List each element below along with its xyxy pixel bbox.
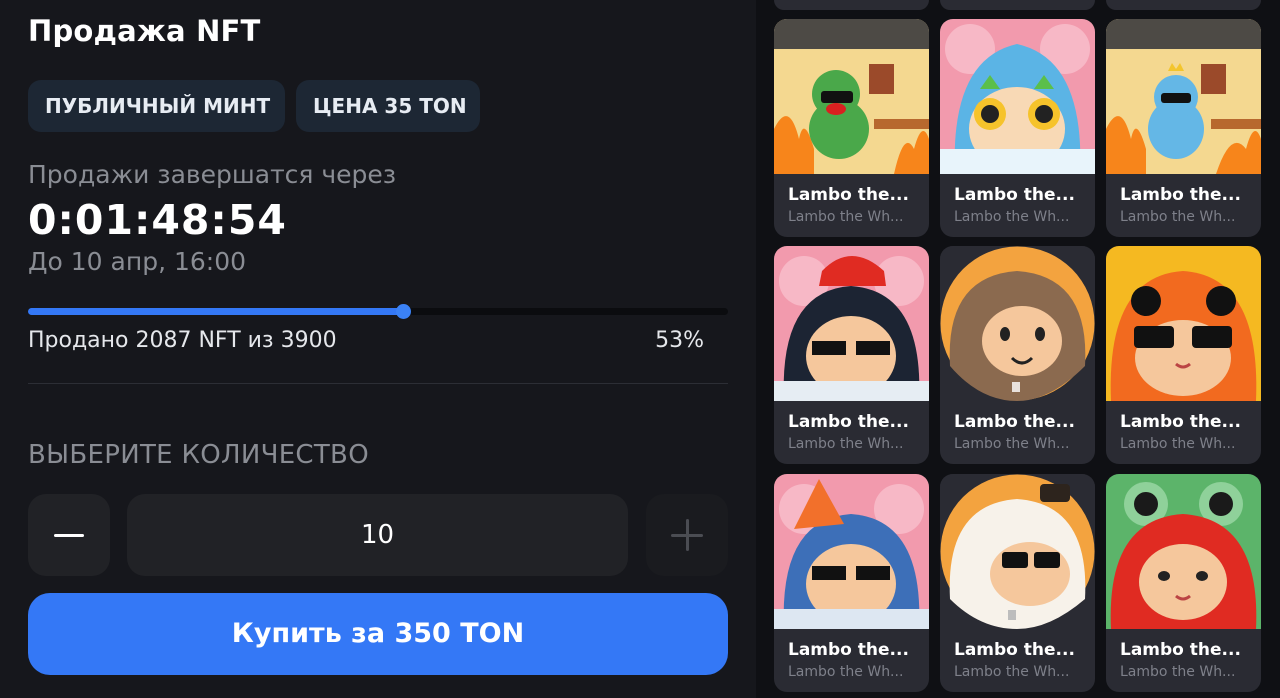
quantity-label: ВЫБЕРИТЕ КОЛИЧЕСТВО <box>28 440 369 470</box>
nft-collection: Lambo the Wh... <box>954 664 1070 680</box>
nft-gallery: Lambo the... Lambo the Wh... Lambo the... L… <box>756 0 1280 698</box>
nft-collection: Lambo the Wh... <box>1120 436 1236 452</box>
nft-card[interactable]: Lambo the... Lambo the Wh... <box>940 474 1095 692</box>
card-stub <box>940 0 1095 10</box>
nft-image <box>940 474 1095 629</box>
nft-name: Lambo the... <box>788 640 909 660</box>
buy-button[interactable]: Купить за 350 TON <box>28 593 728 675</box>
nft-card[interactable]: Lambo the... Lambo the Wh... <box>774 246 929 464</box>
nft-collection: Lambo the Wh... <box>788 664 904 680</box>
increase-button[interactable] <box>646 494 728 576</box>
nft-image <box>940 19 1095 174</box>
nft-image <box>1106 474 1261 629</box>
nft-name: Lambo the... <box>788 412 909 432</box>
nft-card[interactable]: Lambo the... Lambo the Wh... <box>940 19 1095 237</box>
nft-collection: Lambo the Wh... <box>1120 209 1236 225</box>
sale-panel: Продажа NFT ПУБЛИЧНЫЙ МИНТ ЦЕНА 35 TON П… <box>0 0 756 698</box>
minus-icon <box>54 533 84 537</box>
nft-collection: Lambo the Wh... <box>788 209 904 225</box>
price-badge: ЦЕНА 35 TON <box>296 80 480 132</box>
nft-image <box>774 246 929 401</box>
nft-card[interactable]: Lambo the... Lambo the Wh... <box>1106 246 1261 464</box>
nft-image <box>1106 19 1261 174</box>
public-mint-badge: ПУБЛИЧНЫЙ МИНТ <box>28 80 285 132</box>
progress-fill <box>28 308 403 315</box>
nft-card[interactable]: Lambo the... Lambo the Wh... <box>1106 474 1261 692</box>
nft-name: Lambo the... <box>1120 640 1241 660</box>
sale-end-date: До 10 апр, 16:00 <box>28 247 247 276</box>
nft-name: Lambo the... <box>1120 412 1241 432</box>
nft-image <box>940 246 1095 401</box>
sold-count: Продано 2087 NFT из 3900 <box>28 328 337 353</box>
nft-image <box>774 474 929 629</box>
nft-image <box>1106 246 1261 401</box>
nft-name: Lambo the... <box>954 640 1075 660</box>
nft-name: Lambo the... <box>1120 185 1241 205</box>
nft-image <box>774 19 929 174</box>
nft-card[interactable]: Lambo the... Lambo the Wh... <box>940 246 1095 464</box>
nft-card[interactable]: Lambo the... Lambo the Wh... <box>1106 19 1261 237</box>
nft-card[interactable]: Lambo the... Lambo the Wh... <box>774 474 929 692</box>
nft-name: Lambo the... <box>954 412 1075 432</box>
card-stub <box>774 0 929 10</box>
nft-collection: Lambo the Wh... <box>1120 664 1236 680</box>
page-title: Продажа NFT <box>28 14 261 48</box>
decrease-button[interactable] <box>28 494 110 576</box>
progress-thumb <box>395 304 411 319</box>
divider <box>28 383 728 384</box>
nft-collection: Lambo the Wh... <box>954 209 1070 225</box>
quantity-field[interactable]: 10 <box>127 494 628 576</box>
nft-collection: Lambo the Wh... <box>954 436 1070 452</box>
sales-end-label: Продажи завершатся через <box>28 160 397 189</box>
nft-card[interactable]: Lambo the... Lambo the Wh... <box>774 19 929 237</box>
nft-collection: Lambo the Wh... <box>788 436 904 452</box>
nft-name: Lambo the... <box>788 185 909 205</box>
nft-name: Lambo the... <box>954 185 1075 205</box>
plus-icon <box>671 519 703 551</box>
card-stub <box>1106 0 1261 10</box>
countdown-timer: 0:01:48:54 <box>28 196 287 244</box>
sales-progress-bar <box>28 304 728 319</box>
sold-percent: 53% <box>655 328 704 353</box>
